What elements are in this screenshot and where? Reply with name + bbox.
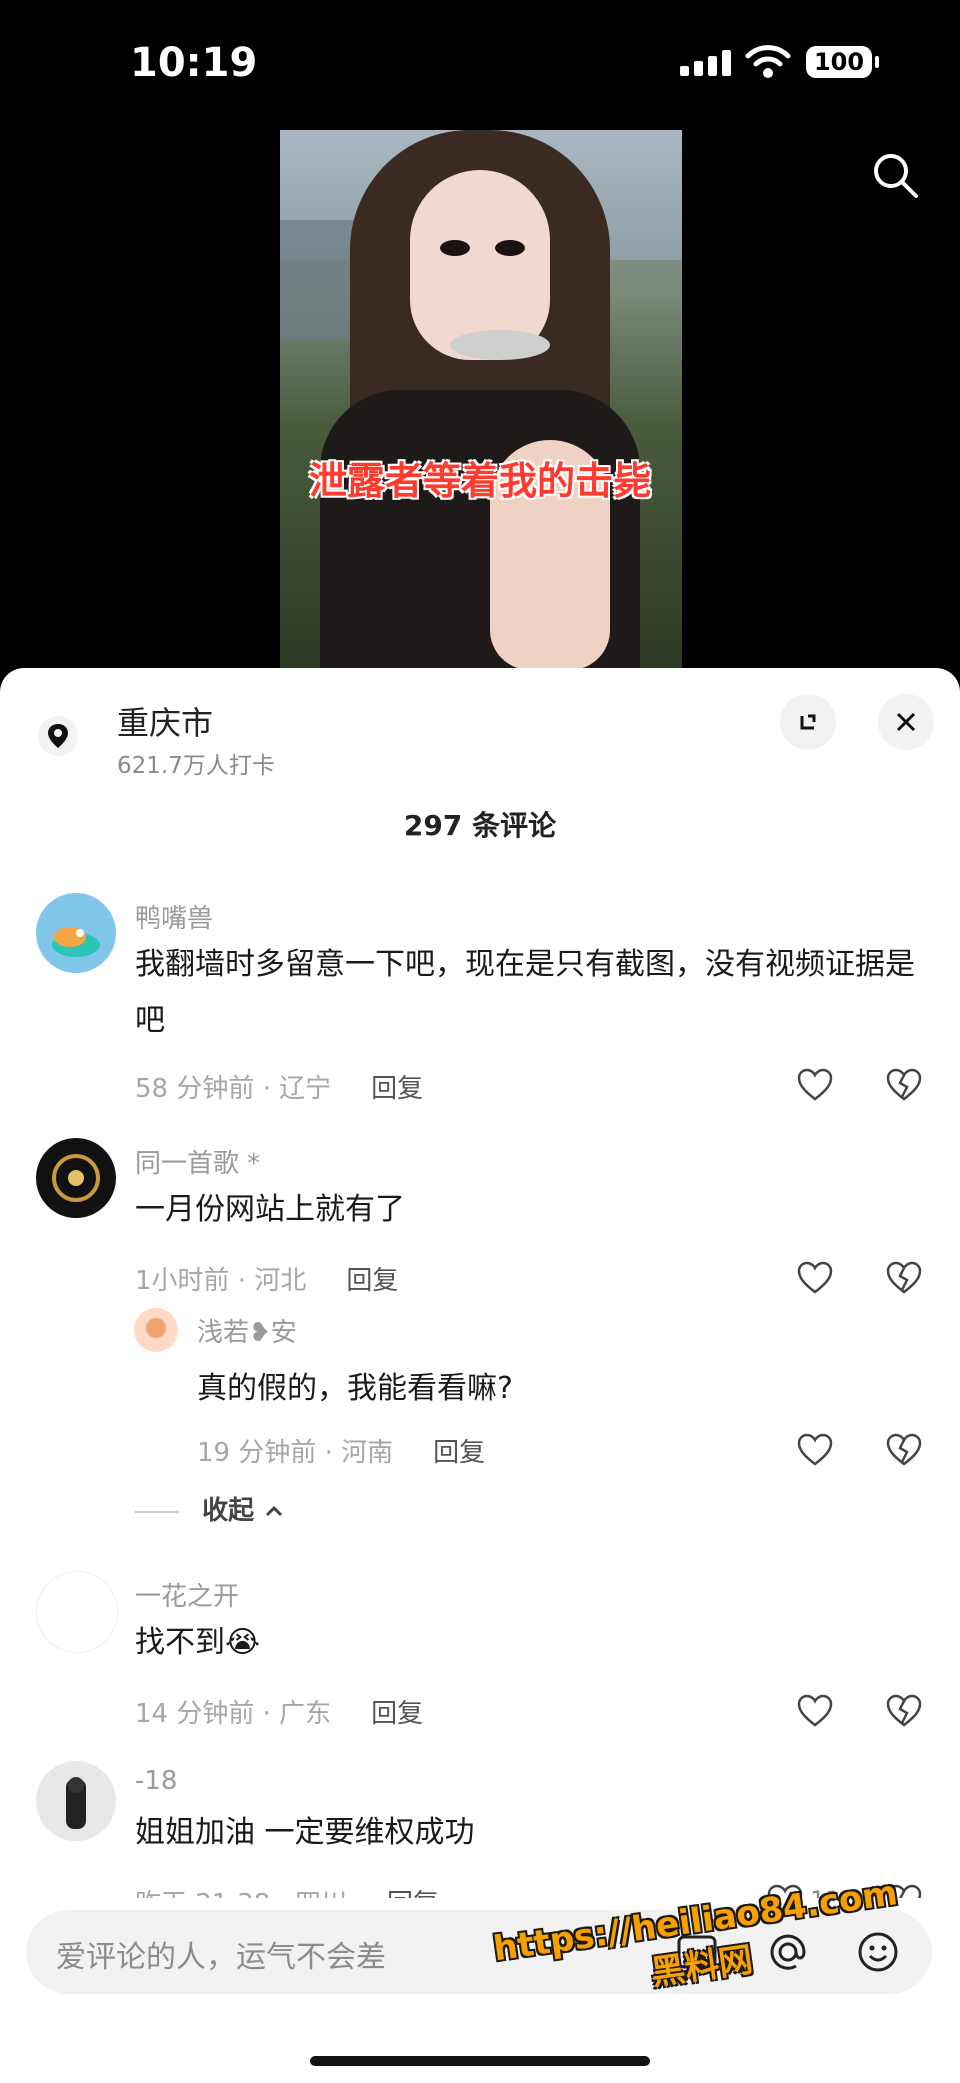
battery-icon: 100 [806, 46, 879, 78]
comment-meta: 14 分钟前 · 广东 回复 [135, 1693, 423, 1730]
expand-icon [800, 714, 816, 730]
comment-input-placeholder: 爱评论的人，运气不会差 [56, 1940, 386, 1975]
comment-time-location: 58 分钟前 · 辽宁 [135, 1074, 332, 1104]
comment-username[interactable]: -18 [135, 1766, 177, 1796]
expand-button[interactable] [780, 694, 836, 750]
location-subtitle: 621.7万人打卡 [117, 753, 275, 779]
reply-button[interactable]: 回复 [433, 1438, 485, 1468]
collapse-label: 收起 [202, 1496, 255, 1526]
reply-time-location: 19 分钟前 · 河南 [197, 1438, 394, 1468]
wifi-icon [745, 45, 791, 78]
location-pin-icon [38, 716, 78, 756]
status-bar: 10:19 100 [0, 0, 960, 130]
reply-meta: 19 分钟前 · 河南 回复 [197, 1432, 485, 1469]
status-time: 10:19 [130, 40, 258, 86]
reply-button[interactable]: 回复 [371, 1074, 423, 1104]
dislike-icon[interactable] [884, 1065, 924, 1105]
comment-meta: 58 分钟前 · 辽宁 回复 [135, 1068, 423, 1105]
reply-avatar[interactable] [134, 1308, 178, 1352]
dislike-icon[interactable] [884, 1258, 924, 1298]
reply-button[interactable]: 回复 [346, 1266, 398, 1296]
reply-text: 真的假的，我能看看嘛? [197, 1371, 513, 1406]
video-caption: 泄露者等着我的击毙 [308, 459, 651, 503]
close-button[interactable] [878, 694, 934, 750]
home-indicator [310, 2056, 650, 2066]
cellular-signal-icon [680, 50, 731, 76]
chevron-up-icon [266, 1505, 283, 1517]
comment-meta: 1小时前 · 河北 回复 [135, 1260, 398, 1297]
avatar[interactable] [36, 1138, 116, 1218]
heart-icon[interactable] [795, 1430, 835, 1470]
collapse-replies-button[interactable]: 收起 [135, 1490, 285, 1527]
heart-icon[interactable] [795, 1691, 835, 1731]
comment-time-location: 14 分钟前 · 广东 [135, 1699, 332, 1729]
reply-username[interactable]: 浅若❥安 [197, 1312, 297, 1349]
comment-text: 我翻墙时多留意一下吧，现在是只有截图，没有视频证据是吧 [135, 947, 915, 1038]
comment-text: 找不到😭 [135, 1625, 261, 1660]
comment-count: 297 条评论 [403, 809, 557, 842]
comment-text: 姐姐加油 一定要维权成功 [135, 1815, 475, 1850]
dislike-icon[interactable] [884, 1691, 924, 1731]
close-icon [896, 712, 916, 732]
comment-username[interactable]: 同一首歌 * [135, 1143, 260, 1180]
dislike-icon[interactable] [884, 1430, 924, 1470]
avatar[interactable] [36, 893, 116, 973]
comment-username[interactable]: 一花之开 [135, 1576, 239, 1613]
comment-sheet: 重庆市 621.7万人打卡 297 条评论 鸭嘴兽 我翻墙时多留意一下吧，现在是… [0, 668, 960, 2083]
location-title[interactable]: 重庆市 [117, 698, 213, 744]
avatar[interactable] [36, 1761, 116, 1841]
avatar[interactable] [36, 1571, 118, 1653]
reply-button[interactable]: 回复 [371, 1699, 423, 1729]
comment-username[interactable]: 鸭嘴兽 [135, 898, 213, 935]
heart-icon[interactable] [795, 1065, 835, 1105]
comment-text: 一月份网站上就有了 [135, 1192, 405, 1227]
video-player[interactable]: 泄露者等着我的击毙 [280, 130, 682, 670]
comment-time-location: 1小时前 · 河北 [135, 1266, 307, 1296]
heart-icon[interactable] [795, 1258, 835, 1298]
search-icon[interactable] [870, 150, 922, 202]
